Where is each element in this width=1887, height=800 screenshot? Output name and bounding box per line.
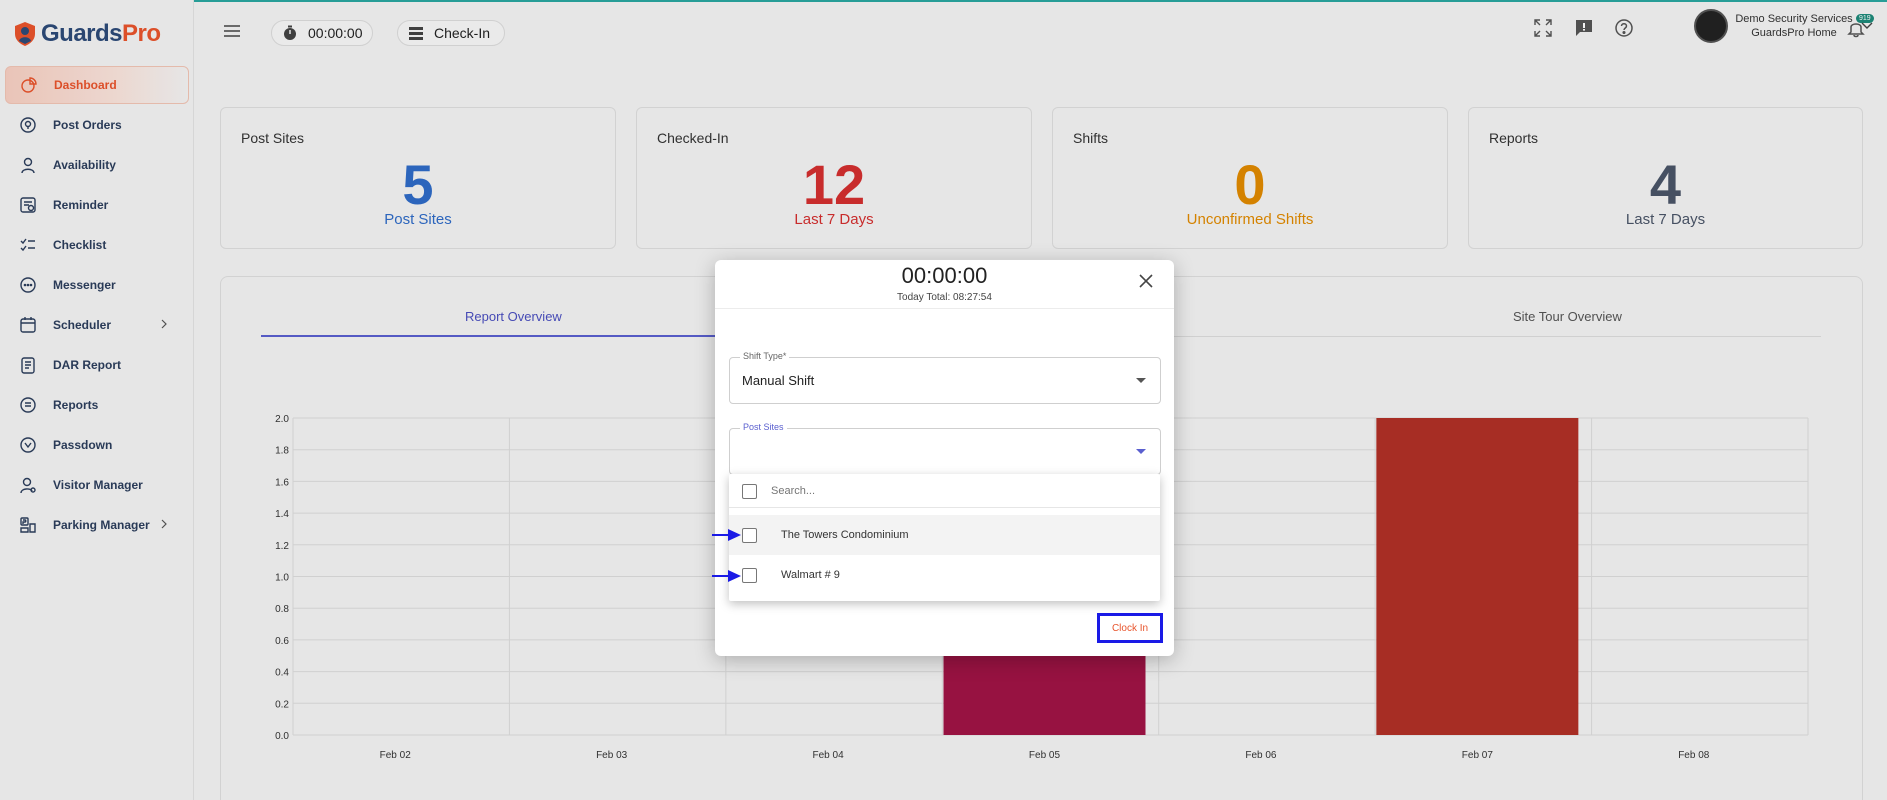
list-item[interactable]: Walmart # 9 [729, 555, 1160, 595]
option-checkbox[interactable] [742, 527, 757, 543]
shift-type-select[interactable]: Shift Type* Manual Shift [729, 351, 1161, 404]
dropdown-search-row [729, 471, 1160, 511]
dialog-header-divider [715, 308, 1174, 309]
list-item[interactable]: The Towers Condominium [729, 515, 1160, 555]
shift-type-value: Manual Shift [742, 373, 815, 388]
today-total: Today Total: 08:27:54 [897, 292, 992, 303]
post-sites-label: Post Sites [740, 422, 787, 432]
clock-in-button[interactable]: Clock In [1097, 613, 1163, 643]
dropdown-search-input[interactable] [771, 485, 1111, 497]
select-all-checkbox[interactable] [742, 483, 757, 499]
option-label: Walmart # 9 [781, 569, 840, 581]
close-icon[interactable] [1139, 274, 1153, 288]
option-checkbox[interactable] [742, 567, 757, 583]
dropdown-divider [729, 507, 1160, 508]
dropdown-arrow-icon [1136, 449, 1146, 454]
annotation-arrow-icon [712, 570, 741, 582]
option-label: The Towers Condominium [781, 529, 909, 541]
shift-type-label: Shift Type* [740, 351, 790, 361]
dialog-timer: 00:00:00 [901, 263, 988, 288]
post-sites-select[interactable]: Post Sites [729, 422, 1161, 475]
post-sites-dropdown: The Towers Condominium Walmart # 9 [729, 474, 1160, 601]
annotation-arrow-icon [712, 529, 741, 541]
dropdown-arrow-icon [1136, 378, 1146, 383]
